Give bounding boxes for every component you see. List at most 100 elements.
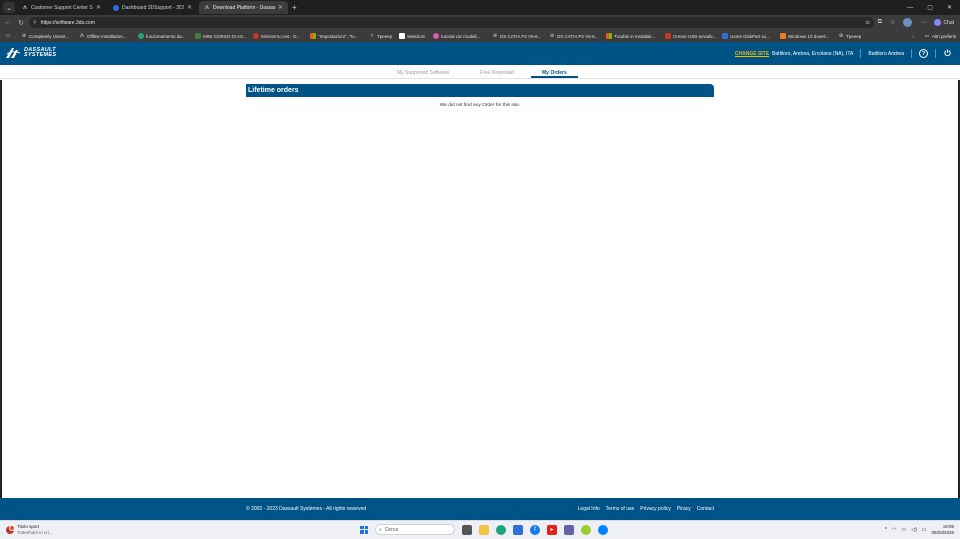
tab-title: Download Platform - Dassault Sys bbox=[213, 4, 275, 11]
chevron-up-icon[interactable]: ^ bbox=[885, 527, 887, 533]
bookmark-item[interactable]: Ministorno.net - D... bbox=[253, 33, 305, 39]
chat-label: Chat bbox=[943, 19, 954, 26]
close-icon[interactable]: ✕ bbox=[187, 4, 192, 11]
dassault-icon: ᗑ bbox=[204, 4, 210, 11]
profile-avatar[interactable] bbox=[903, 18, 913, 27]
dassault-logo-icon bbox=[6, 48, 21, 58]
empty-orders-message: We did not find any Order for this site. bbox=[439, 103, 521, 108]
news-subtitle: Tottenham in cri... bbox=[17, 529, 53, 535]
bookmark-item[interactable]: MINI CORSO DI AS... bbox=[195, 33, 249, 39]
close-icon[interactable]: ✕ bbox=[96, 4, 101, 11]
system-tray: ^ ◠ ▭ ◁) ▭ 19:06 06/03/2026 bbox=[885, 524, 954, 536]
display-icon[interactable]: ▭ bbox=[901, 527, 906, 533]
url-text: https://software.3ds.com bbox=[40, 19, 95, 26]
help-icon[interactable]: ? bbox=[919, 49, 928, 58]
t-icon: ᴛ bbox=[370, 33, 374, 39]
network-icon[interactable]: ◠ bbox=[892, 527, 896, 533]
3dsupport-icon bbox=[113, 4, 119, 11]
bookmark-item[interactable]: ⊕ DS CATIA P2 V5-6... bbox=[549, 33, 601, 39]
clock[interactable]: 19:06 06/03/2026 bbox=[931, 524, 954, 536]
bookmark-item[interactable]: funzionamento da... bbox=[138, 33, 190, 39]
user-name[interactable]: Battiloro Andrea bbox=[868, 51, 904, 57]
windows-start-icon[interactable] bbox=[360, 525, 368, 534]
address-bar: ← ↻ ⚲ https://software.3ds.com ☆ bbox=[0, 15, 960, 30]
footer-link-piracy[interactable]: Piracy bbox=[677, 506, 691, 512]
search-icon: ⌕ bbox=[379, 526, 382, 533]
footer-link-contact[interactable]: Contact bbox=[697, 506, 714, 512]
favorites-icon[interactable]: ☆ bbox=[890, 19, 895, 26]
dassault-logo[interactable]: DASSAULT SYSTEMES bbox=[5, 46, 56, 60]
edge-icon[interactable] bbox=[496, 524, 506, 535]
tab-actions-icon[interactable]: ⌄ bbox=[3, 2, 15, 13]
search-placeholder: Cerca bbox=[384, 526, 399, 533]
maximize-icon[interactable]: ▢ bbox=[927, 4, 933, 11]
copyright: © 2002 - 2023 Dassault Systèmes - All ri… bbox=[246, 506, 367, 512]
file-explorer-icon[interactable] bbox=[479, 524, 489, 535]
bookmark-item[interactable]: ᴛ Tpeeep bbox=[369, 33, 393, 39]
divider bbox=[911, 49, 912, 58]
clock-date: 06/03/2026 bbox=[931, 530, 954, 535]
url-input[interactable]: ⚲ https://software.3ds.com ☆ bbox=[29, 17, 874, 28]
new-tab-icon[interactable]: + bbox=[292, 3, 297, 12]
bookmark-item[interactable]: Creare USB avviabi... bbox=[665, 33, 717, 39]
minimize-icon[interactable]: — bbox=[907, 5, 913, 11]
globe-icon: ⊕ bbox=[492, 33, 498, 39]
close-icon[interactable]: ✕ bbox=[278, 4, 283, 11]
footer-link-terms[interactable]: Terms of use bbox=[606, 506, 635, 512]
power-icon[interactable]: ⏻ bbox=[943, 49, 952, 58]
facebook-icon[interactable]: f bbox=[530, 524, 540, 535]
red-icon bbox=[253, 33, 259, 39]
bookmark-item[interactable]: ᗑ Offline Installation... bbox=[79, 33, 133, 39]
chat-button[interactable]: Chat bbox=[934, 19, 954, 26]
tab-title: Dashboard 3DSupport - 3DSuppo bbox=[122, 4, 184, 11]
solidworks-icon: ᗑ bbox=[22, 4, 28, 11]
divider bbox=[860, 49, 862, 58]
bookmark-item[interactable]: Selezioni bbox=[399, 33, 429, 39]
bookmark-item[interactable]: Usare DiskPart su... bbox=[722, 33, 774, 39]
tab-my-supported-software[interactable]: My Supported Software bbox=[397, 70, 449, 76]
change-site-link[interactable]: CHANGE SITE bbox=[735, 51, 769, 57]
back-icon[interactable]: ← bbox=[3, 19, 13, 26]
taskbar-search[interactable]: ⌕ Cerca bbox=[375, 524, 455, 535]
bookmark-item[interactable]: ⊕ DS CATIA P2 V5-6... bbox=[492, 33, 544, 39]
news-widget[interactable]: Titolo sport Tottenham in cri... bbox=[6, 524, 53, 535]
close-window-icon[interactable]: ✕ bbox=[947, 4, 952, 11]
sidebar-toggle-icon[interactable]: ▭ bbox=[5, 33, 11, 39]
translate-icon[interactable]: ⌂ bbox=[866, 20, 870, 26]
volume-icon[interactable]: ◁) bbox=[911, 527, 917, 533]
bookmark-item[interactable]: "Impostazioni", "N... bbox=[310, 33, 365, 39]
messenger-icon[interactable] bbox=[598, 524, 608, 535]
active-tab-indicator bbox=[531, 76, 578, 78]
browser-tab-1[interactable]: ᗑ Customer Support Center SOLIDW ✕ bbox=[17, 1, 106, 14]
browser-tab-3[interactable]: ᗑ Download Platform - Dassault Sys ✕ bbox=[199, 1, 288, 14]
window-controls: — ▢ ✕ bbox=[907, 0, 952, 15]
chevron-right-icon[interactable]: › bbox=[912, 34, 914, 39]
browser-tab-2[interactable]: Dashboard 3DSupport - 3DSuppo ✕ bbox=[108, 1, 197, 14]
bookmarks-bar: ▭ ⊕ Completely Uninst... ᗑ Offline Install… bbox=[0, 30, 960, 42]
more-icon[interactable]: ⋯ bbox=[920, 19, 926, 26]
other-bookmarks[interactable]: › ▭ Altri preferiti bbox=[912, 33, 956, 39]
footer-link-privacy[interactable]: Privacy policy bbox=[640, 506, 671, 512]
reload-icon[interactable]: ↻ bbox=[16, 19, 26, 27]
site-name: Battiloro, Andrea, Ercolano (NA), ITA bbox=[772, 50, 854, 57]
site-header: DASSAULT SYSTEMES CHANGE SITE Battiloro,… bbox=[0, 42, 960, 65]
extensions-icon[interactable]: ⧉ bbox=[878, 19, 882, 26]
bookmark-item[interactable]: tutorial car modeli... bbox=[433, 33, 488, 39]
bookmark-item[interactable]: Trouble in installati... bbox=[606, 33, 658, 39]
site-info-icon[interactable]: ⚲ bbox=[33, 20, 37, 26]
battery-icon[interactable]: ▭ bbox=[922, 527, 927, 533]
bookmark-item[interactable]: ⊕ Tpeeep bbox=[838, 33, 866, 39]
windows-icon bbox=[606, 33, 612, 39]
teams-icon[interactable] bbox=[564, 524, 574, 535]
youtube-icon[interactable]: ▸ bbox=[547, 524, 557, 535]
browser-toolbar-right: ⌂ ⧉ ☆ ⋯ Chat bbox=[866, 15, 954, 30]
bookmark-item[interactable]: Windows 10 downl... bbox=[780, 33, 832, 39]
store-icon[interactable] bbox=[513, 524, 523, 535]
footer-link-legal-info[interactable]: Legal Info bbox=[578, 506, 600, 512]
globe-icon: ⊕ bbox=[838, 33, 844, 39]
chat-icon[interactable] bbox=[581, 524, 591, 535]
copilot-icon bbox=[934, 19, 942, 26]
task-view-icon[interactable] bbox=[462, 524, 472, 535]
tab-free-download[interactable]: Free Download bbox=[480, 70, 514, 76]
bookmark-item[interactable]: ⊕ Completely Uninst... bbox=[21, 33, 75, 39]
